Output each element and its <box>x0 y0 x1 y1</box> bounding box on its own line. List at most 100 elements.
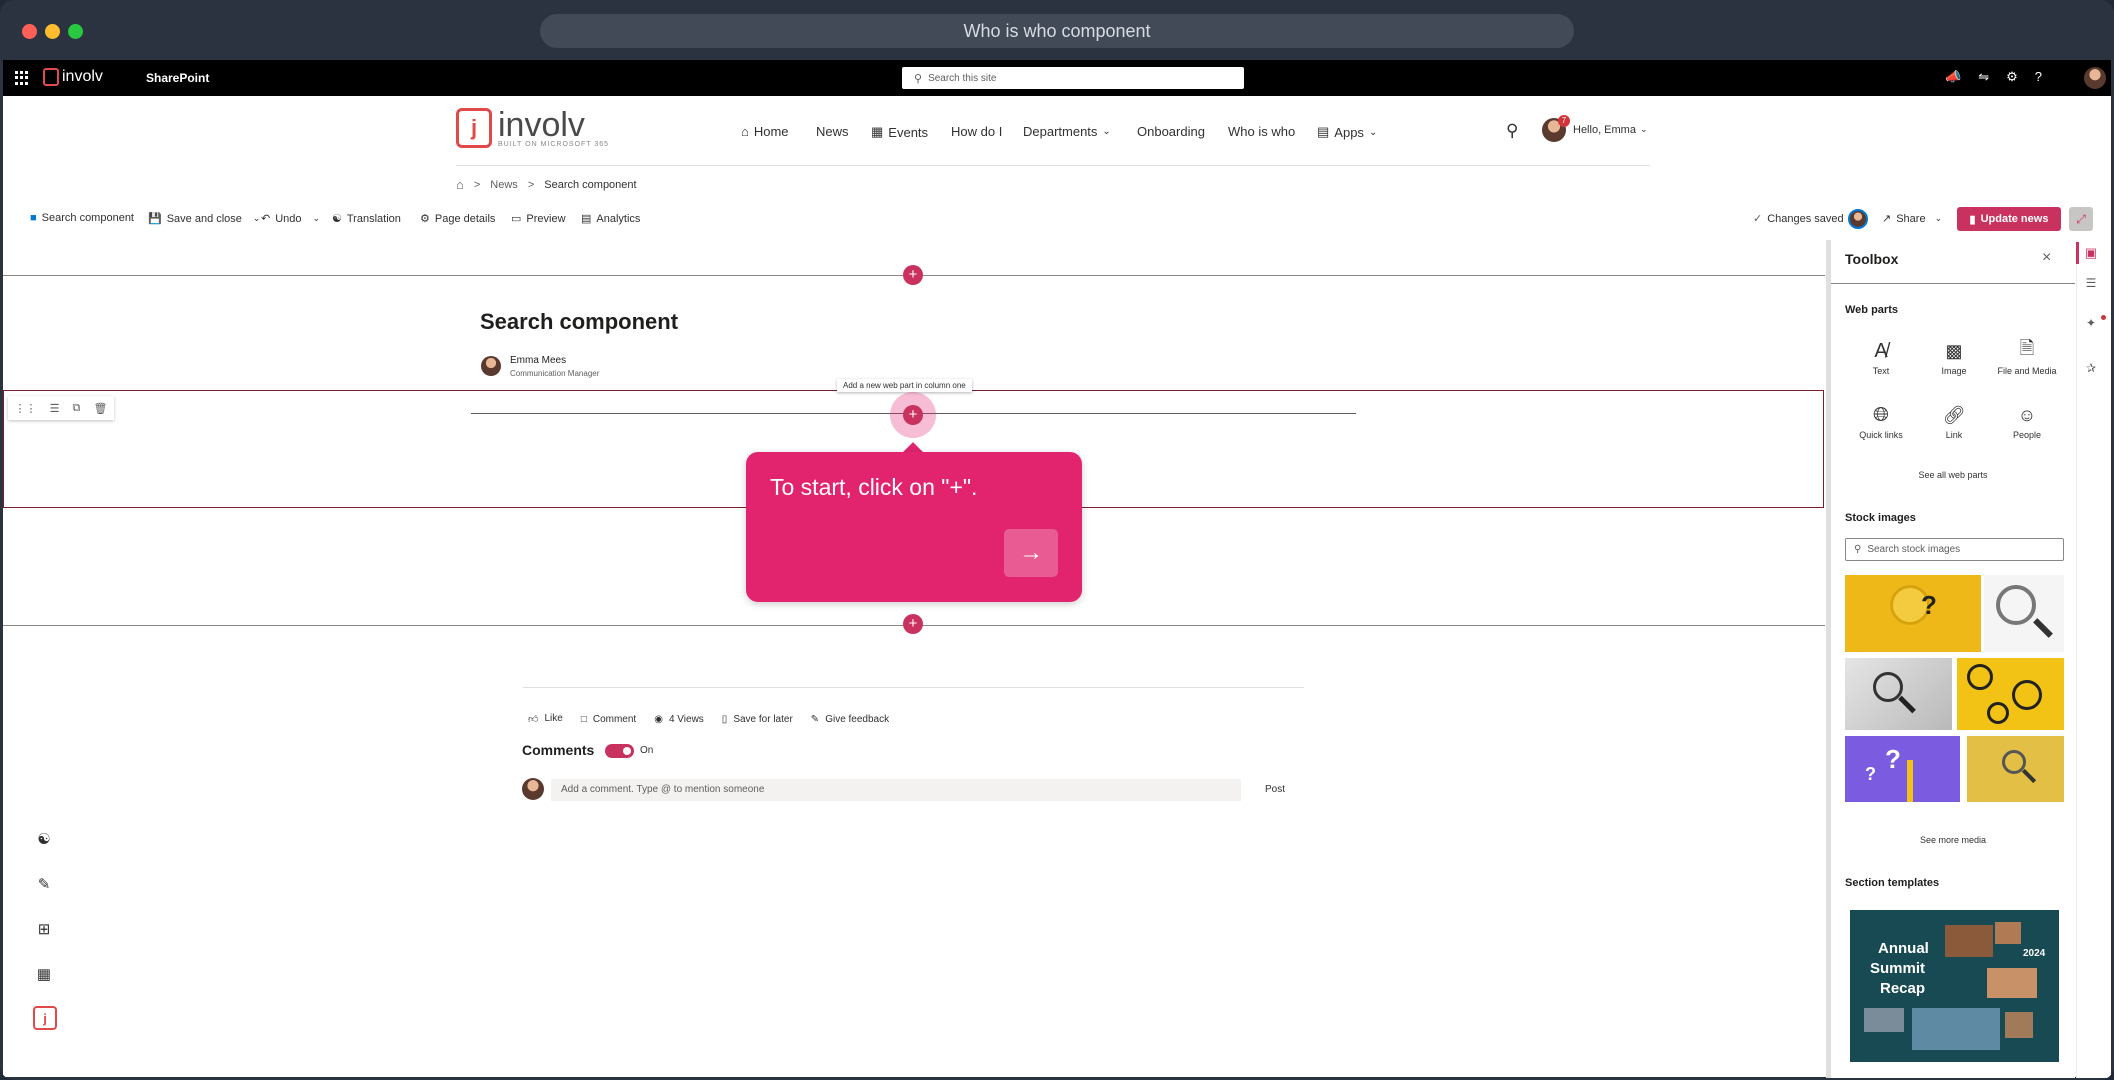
involv-logo-icon[interactable]: j <box>33 1006 57 1030</box>
webpart-quick-links[interactable]: 🌐︎ Quick links <box>1846 400 1916 441</box>
post-button[interactable]: Post <box>1247 779 1303 801</box>
stock-image-question-purple[interactable]: ? ? <box>1845 736 1960 802</box>
preview-button[interactable]: ▭ Preview <box>511 212 566 226</box>
see-more-media-link[interactable]: See more media <box>1831 835 2075 845</box>
help-icon[interactable]: ? <box>2035 69 2042 85</box>
user-avatar[interactable] <box>2084 67 2106 89</box>
section-toolbar: ⋮⋮ ☰ ⧉ 🗑 <box>8 396 114 420</box>
nav-onboarding[interactable]: Onboarding <box>1137 124 1205 139</box>
comments-toggle[interactable] <box>605 744 634 758</box>
accessibility-icon[interactable]: ☯ <box>33 828 55 850</box>
nav-home[interactable]: ⌂ Home <box>741 124 789 139</box>
site-search-input[interactable]: ⚲ Search this site <box>902 67 1244 89</box>
undo-button[interactable]: ↶ Undo ⌄ <box>261 212 320 226</box>
webpart-link[interactable]: 🔗︎ Link <box>1919 400 1989 441</box>
webpart-text[interactable]: A̸ Text <box>1846 336 1916 377</box>
nav-departments[interactable]: Departments ⌄ <box>1023 124 1111 139</box>
analytics-button[interactable]: ▤ Analytics <box>581 212 640 226</box>
changes-saved-status: ✓ Changes saved <box>1753 212 1844 226</box>
settings-gear-icon[interactable]: ⚙ <box>2006 69 2018 85</box>
webpart-file-media[interactable]: 🗎︎ File and Media <box>1992 336 2062 376</box>
arrow-right-icon: → <box>1019 539 1043 566</box>
save-later-button[interactable]: ▯ Save for later <box>722 714 793 725</box>
edit-section-icon[interactable]: ☰ <box>50 402 60 415</box>
add-webpart-tooltip: Add a new web part in column one <box>837 379 972 392</box>
comment-input[interactable]: Add a comment. Type @ to mention someone <box>551 779 1241 801</box>
site-search-icon[interactable]: ⚲ <box>1506 121 1518 141</box>
design-rail-icon[interactable]: ✰ <box>2077 358 2105 378</box>
gear-icon: ⚙ <box>420 213 430 225</box>
maximize-window-button[interactable] <box>68 24 83 39</box>
app-launcher-icon[interactable] <box>15 71 29 85</box>
undo-icon: ↶ <box>261 213 271 225</box>
check-icon: ✓ <box>1753 213 1763 225</box>
editor-avatar[interactable] <box>1848 209 1868 229</box>
minimize-window-button[interactable] <box>45 24 60 39</box>
nav-apps[interactable]: ▤ Apps ⌄ <box>1317 124 1377 140</box>
close-window-button[interactable] <box>22 24 37 39</box>
duplicate-icon[interactable]: ⧉ <box>73 402 81 415</box>
update-news-button[interactable]: ▮ Update news <box>1957 207 2061 231</box>
nav-who-is-who[interactable]: Who is who <box>1228 124 1295 139</box>
search-icon: ⚲ <box>1854 544 1862 555</box>
like-button[interactable]: 👍︎ Like <box>528 713 563 725</box>
nav-events[interactable]: ▦ Events <box>871 124 928 140</box>
author-role: Communication Manager <box>510 369 600 378</box>
properties-rail-icon[interactable]: ☰ <box>2077 273 2105 293</box>
chevron-down-icon: ⌄ <box>1934 213 1943 223</box>
brand-logo[interactable]: involv <box>43 68 103 86</box>
see-all-webparts-link[interactable]: See all web parts <box>1831 470 2075 480</box>
image-icon: ▩ <box>1945 340 1963 361</box>
app-window: Who is who component involv SharePoint ⚲… <box>0 0 2114 1080</box>
webpart-people[interactable]: ☺ People <box>1992 400 2062 441</box>
collapse-icon[interactable]: ⤢ <box>2069 207 2093 231</box>
rail-notification-dot <box>2101 315 2106 320</box>
page-details-button[interactable]: ⚙ Page details <box>420 212 495 226</box>
notification-badge: 7 <box>1558 115 1570 127</box>
author-avatar[interactable] <box>481 356 501 376</box>
breadcrumb-news[interactable]: News <box>490 179 518 191</box>
toolbox-rail-icon[interactable]: ▣ <box>2077 243 2105 263</box>
link-icon: 🔗︎ <box>1942 404 1966 425</box>
callout-next-button[interactable]: → <box>1004 529 1058 577</box>
nav-news[interactable]: News <box>816 124 849 139</box>
search-component-label[interactable]: ■ Search component <box>30 212 134 224</box>
translation-button[interactable]: ☯ Translation <box>332 212 401 226</box>
stock-image-magnifier-gold[interactable] <box>1967 736 2064 802</box>
comment-button[interactable]: □ Comment <box>581 714 636 725</box>
add-section-button-bottom[interactable]: + <box>903 614 923 634</box>
home-icon: ⌂ <box>741 124 749 139</box>
nav-how-do-i[interactable]: How do I <box>951 124 1002 139</box>
close-icon[interactable]: × <box>2042 249 2051 267</box>
apps-icon: ▤ <box>1317 124 1330 139</box>
add-section-button-top[interactable]: + <box>903 265 923 285</box>
edit-document-icon[interactable]: ✎ <box>33 873 55 895</box>
stock-search-input[interactable]: ⚲ Search stock images <box>1845 538 2064 561</box>
author-name[interactable]: Emma Mees <box>510 355 566 366</box>
toggle-knob <box>623 747 631 755</box>
stock-image-magnifier-white[interactable] <box>1984 575 2064 652</box>
header-divider <box>456 165 1650 166</box>
add-square-icon[interactable]: ⊞ <box>33 918 55 940</box>
views-count: ◉ 4 Views <box>654 713 704 725</box>
megaphone-icon[interactable]: 📣 <box>1945 69 1961 85</box>
delete-icon[interactable]: 🗑 <box>93 402 107 415</box>
webpart-image[interactable]: ▩ Image <box>1919 336 1989 377</box>
site-logo[interactable]: j involv BUILT ON MICROSOFT 365 <box>456 108 609 148</box>
drag-handle-icon[interactable]: ⋮⋮ <box>15 402 37 415</box>
brand-logo-icon <box>43 68 59 86</box>
home-icon[interactable]: ⌂ <box>456 177 464 192</box>
stock-image-magnifiers-yellow[interactable] <box>1957 658 2064 730</box>
stock-image-question-mark[interactable]: ? <box>1845 575 1981 652</box>
feedback-button[interactable]: ✎ Give feedback <box>811 714 889 725</box>
globe-icon: 🌐︎ <box>1873 403 1889 426</box>
add-webpart-button[interactable]: + <box>903 405 923 425</box>
share-network-icon[interactable]: ⇋ <box>1978 69 1989 85</box>
share-button[interactable]: ↗ Share ⌄ <box>1882 212 1943 226</box>
template-annual-summit[interactable]: Annual Summit Recap 2024 <box>1850 910 2059 1062</box>
app-name[interactable]: SharePoint <box>146 71 209 85</box>
user-menu[interactable]: Hello, Emma ⌄ <box>1573 124 1648 136</box>
stock-image-magnifier-gray[interactable] <box>1845 658 1952 730</box>
calendar-check-icon[interactable]: ▦ <box>33 963 55 985</box>
save-close-button[interactable]: 💾 Save and close ⌄ <box>148 212 260 226</box>
